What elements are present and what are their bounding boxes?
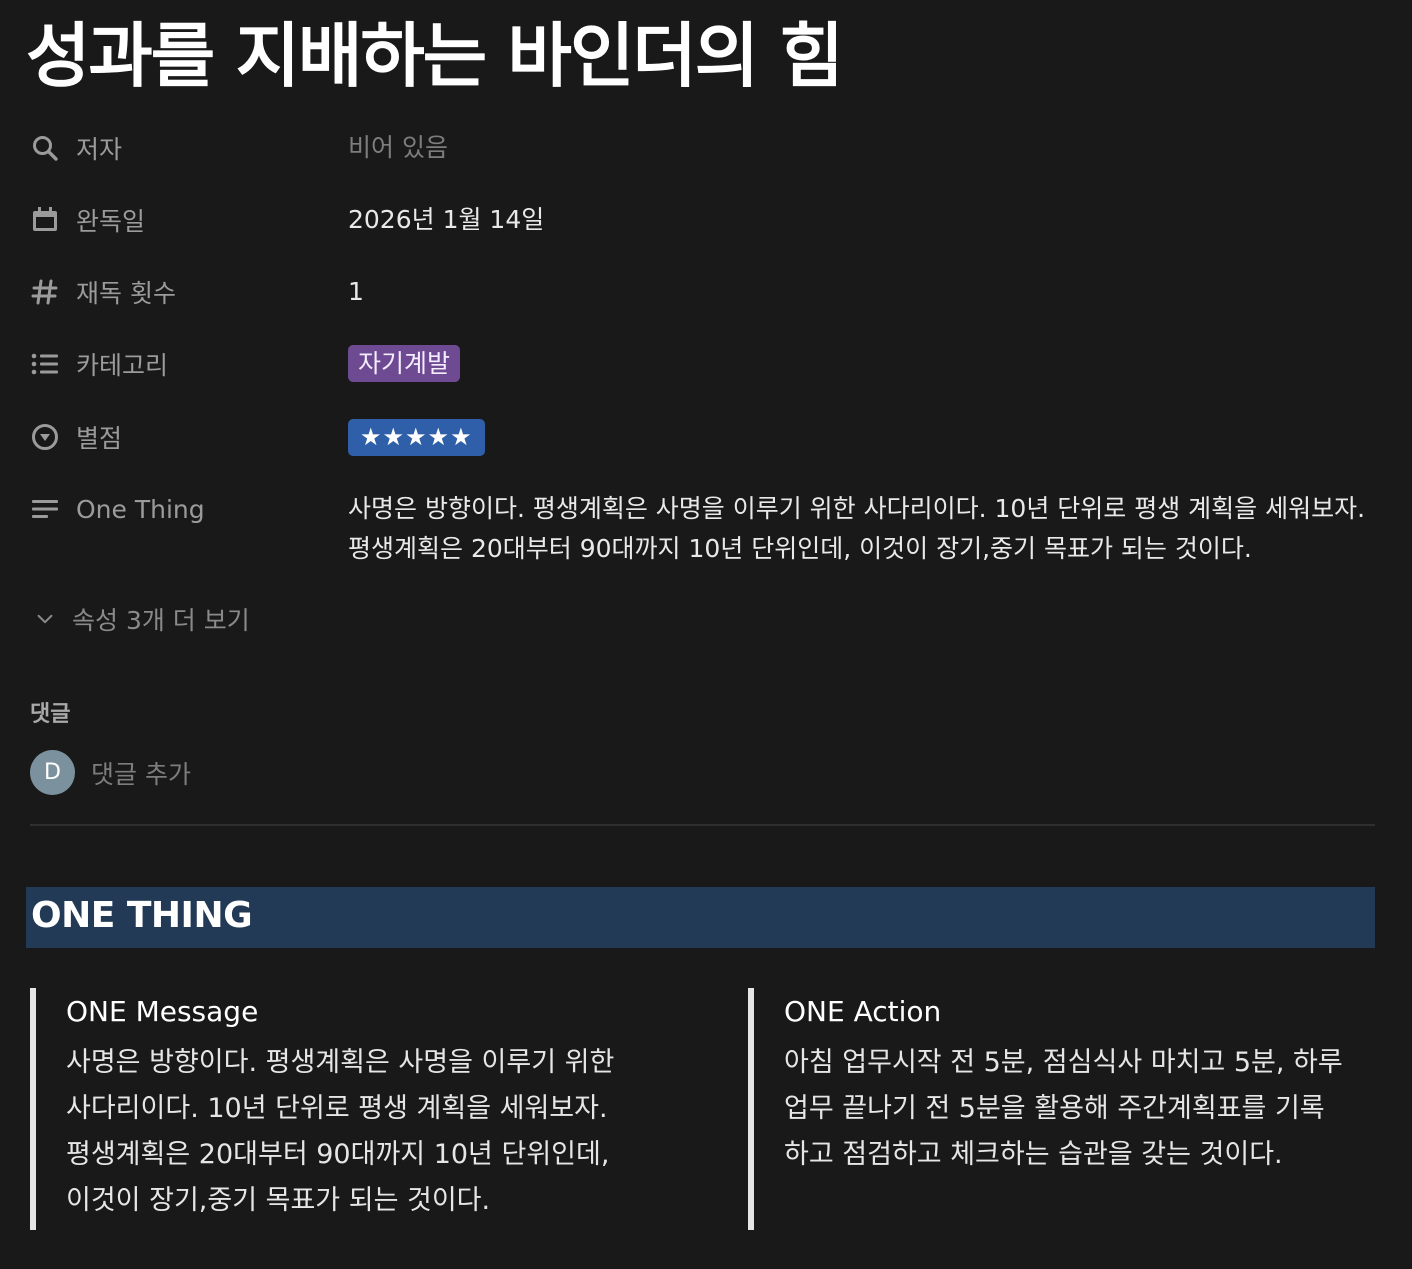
section-heading: ONE THING (31, 895, 253, 936)
one-action-title: ONE Action (784, 995, 942, 1028)
hash-icon (30, 277, 60, 307)
property-category: 카테고리 자기계발 (30, 340, 1390, 388)
property-reread-count-name[interactable]: 재독 횟수 (30, 268, 348, 316)
category-tag[interactable]: 자기계발 (348, 345, 461, 382)
property-category-name[interactable]: 카테고리 (30, 340, 348, 388)
property-reread-count-label: 재독 횟수 (76, 279, 176, 308)
comment-input[interactable]: 댓글 추가 (91, 755, 191, 791)
chevron-down-icon (30, 604, 60, 634)
rating-stars-tag[interactable]: ★★★★★ (348, 419, 485, 456)
property-finished-date-name[interactable]: 완독일 (30, 196, 348, 244)
property-one-thing-value[interactable]: 사명은 방향이다. 평생계획은 사명을 이루기 위한 사다리이다. 10년 단위… (348, 485, 1390, 569)
calendar-icon (30, 205, 60, 235)
property-rating-label: 별점 (76, 424, 123, 453)
property-one-thing-name[interactable]: One Thing (30, 485, 348, 533)
property-author-name[interactable]: 저자 (30, 124, 348, 172)
property-reread-count: 재독 횟수 1 (30, 268, 1390, 316)
property-category-label: 카테고리 (76, 351, 169, 380)
one-message-title: ONE Message (66, 995, 259, 1028)
property-rating-name[interactable]: 별점 (30, 413, 348, 461)
show-more-properties-label: 속성 3개 더 보기 (72, 606, 250, 635)
property-finished-date-label: 완독일 (76, 207, 146, 236)
show-more-properties-button[interactable]: 속성 3개 더 보기 (30, 598, 250, 640)
notion-page: 성과를 지배하는 바인더의 힘 저자 비어 있음 완독일 2026년 1월 14… (0, 0, 1412, 1269)
list-icon (30, 349, 60, 379)
property-one-thing: One Thing 사명은 방향이다. 평생계획은 사명을 이루기 위한 사다리… (30, 485, 1390, 575)
chevron-circle-icon (30, 422, 60, 452)
property-author-value[interactable]: 비어 있음 (348, 124, 1390, 172)
divider (30, 824, 1375, 826)
property-one-thing-label: One Thing (76, 494, 205, 524)
section-heading-block[interactable]: ONE THING (26, 887, 1375, 948)
property-category-value[interactable]: 자기계발 (348, 340, 1390, 388)
page-title[interactable]: 성과를 지배하는 바인더의 힘 (26, 14, 844, 98)
one-message-body: 사명은 방향이다. 평생계획은 사명을 이루기 위한 사다리이다. 10년 단위… (66, 1047, 615, 1216)
property-finished-date: 완독일 2026년 1월 14일 (30, 196, 1390, 244)
search-icon (30, 133, 60, 163)
property-author-label: 저자 (76, 135, 123, 164)
avatar: D (30, 750, 75, 795)
one-action-body: 아침 업무시작 전 5분, 점심식사 마치고 5분, 하루 업무 끝나기 전 5… (784, 1047, 1343, 1170)
text-lines-icon (30, 494, 60, 524)
comment-add-row[interactable]: D 댓글 추가 (30, 750, 191, 795)
comments-heading: 댓글 (30, 702, 71, 727)
property-rating-value[interactable]: ★★★★★ (348, 413, 1390, 461)
one-action-quote[interactable]: ONE Action 아침 업무시작 전 5분, 점심식사 마치고 5분, 하루… (748, 988, 1388, 1230)
property-author: 저자 비어 있음 (30, 124, 1390, 172)
property-finished-date-value[interactable]: 2026년 1월 14일 (348, 196, 1390, 244)
one-message-quote[interactable]: ONE Message 사명은 방향이다. 평생계획은 사명을 이루기 위한 사… (30, 988, 670, 1230)
property-reread-count-value[interactable]: 1 (348, 268, 1390, 316)
property-rating: 별점 ★★★★★ (30, 413, 1390, 461)
